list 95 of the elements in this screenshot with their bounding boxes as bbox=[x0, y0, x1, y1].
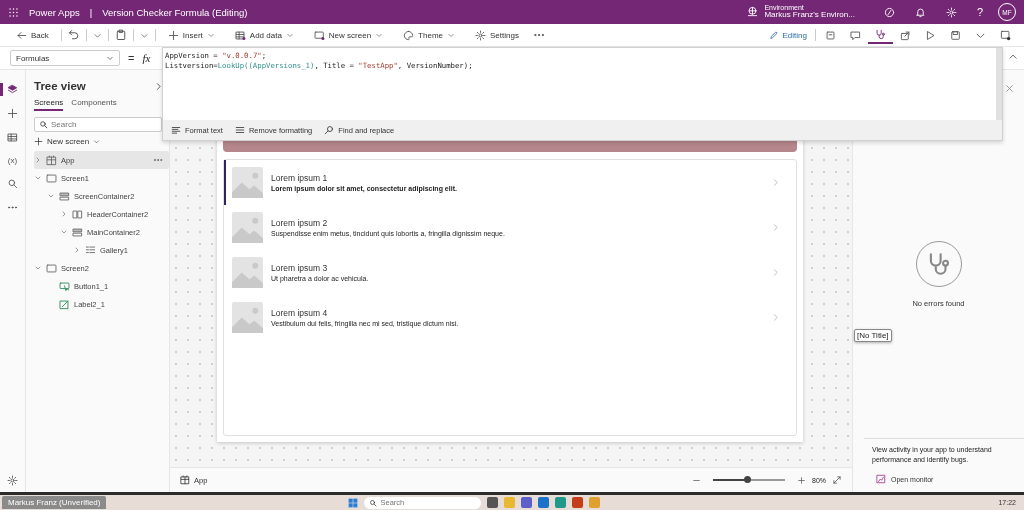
item-title: Lorem ipsum 1 bbox=[271, 173, 329, 183]
stethoscope-icon bbox=[875, 28, 886, 40]
help-button[interactable]: ? bbox=[976, 6, 983, 18]
bell-icon[interactable] bbox=[914, 6, 926, 18]
command-button[interactable]: Back bbox=[10, 27, 55, 43]
search-icon bbox=[369, 498, 378, 507]
chevron-right-icon bbox=[771, 223, 780, 232]
globe-icon bbox=[747, 6, 759, 18]
image-placeholder-icon bbox=[232, 302, 263, 333]
command-button[interactable]: Insert bbox=[161, 27, 221, 43]
gallery-icon bbox=[85, 244, 96, 256]
chevron-down-icon bbox=[93, 138, 101, 145]
document-title: Version Checker Formula (Editing) bbox=[102, 6, 248, 18]
container-icon bbox=[72, 208, 83, 220]
button-icon bbox=[59, 280, 70, 292]
equals-sign: = bbox=[128, 52, 135, 64]
publish-icon bbox=[1000, 29, 1011, 41]
command-button[interactable]: Settings bbox=[469, 27, 525, 43]
item-title: Lorem ipsum 4 bbox=[271, 308, 329, 318]
plus-icon bbox=[34, 137, 43, 146]
chevron-right-icon bbox=[771, 313, 780, 322]
app-icon bbox=[46, 154, 57, 166]
new-screen-button[interactable]: New screen bbox=[26, 134, 109, 149]
arrow-left-icon bbox=[16, 29, 27, 41]
screen-icon bbox=[46, 172, 57, 184]
comment-icon bbox=[850, 29, 861, 41]
play-icon bbox=[925, 29, 936, 41]
image-placeholder-icon bbox=[232, 167, 263, 198]
chevron-down-icon bbox=[106, 54, 114, 62]
editing-button[interactable]: Editing bbox=[762, 30, 813, 40]
clipboard-icon[interactable] bbox=[114, 29, 127, 41]
app-name[interactable]: Power Apps bbox=[29, 6, 80, 18]
lines-icon bbox=[234, 125, 245, 135]
table-icon bbox=[234, 29, 246, 41]
chevron-down-icon[interactable] bbox=[34, 264, 42, 272]
monitor-icon bbox=[876, 474, 886, 484]
screen-icon bbox=[313, 29, 325, 41]
tab[interactable]: Components bbox=[71, 96, 117, 111]
search-icon bbox=[39, 120, 48, 129]
palette-icon bbox=[403, 29, 415, 41]
chevron-up-icon[interactable] bbox=[1008, 52, 1018, 62]
property-dropdown[interactable]: Formulas bbox=[10, 50, 120, 66]
app-launcher-icon[interactable] bbox=[8, 6, 19, 18]
chevron-down-icon[interactable] bbox=[60, 228, 68, 236]
plus-icon bbox=[167, 29, 179, 41]
item-title: Lorem ipsum 3 bbox=[271, 263, 329, 273]
close-icon[interactable] bbox=[1005, 84, 1014, 93]
chevron-right-icon[interactable] bbox=[154, 81, 163, 91]
layers-icon bbox=[7, 84, 18, 95]
table-icon bbox=[7, 132, 18, 143]
item-title: Lorem ipsum 2 bbox=[271, 218, 329, 228]
share-icon bbox=[900, 29, 911, 41]
search-field[interactable]: Search bbox=[34, 117, 162, 132]
chevron-down-icon[interactable] bbox=[47, 192, 55, 200]
chevron-right-icon[interactable] bbox=[73, 246, 81, 254]
label-icon bbox=[59, 298, 70, 310]
image-placeholder-icon bbox=[232, 257, 263, 288]
panel-title: Tree view bbox=[34, 80, 86, 92]
screen-icon bbox=[46, 262, 57, 274]
container-icon bbox=[59, 190, 70, 202]
app-icon bbox=[180, 475, 190, 485]
chevron-right-icon bbox=[771, 268, 780, 277]
taskbar-app-icon[interactable] bbox=[521, 497, 533, 508]
environment-name[interactable]: Markus Franz's Environ... bbox=[764, 11, 855, 21]
format-icon bbox=[171, 125, 181, 135]
chevron-right-icon bbox=[771, 178, 780, 187]
taskbar-app-icon[interactable] bbox=[555, 497, 567, 508]
form-icon bbox=[825, 29, 836, 41]
chevron-down-icon[interactable] bbox=[34, 174, 42, 182]
image-placeholder-icon bbox=[232, 212, 263, 243]
zoom-in-icon[interactable] bbox=[797, 475, 806, 485]
command-button[interactable]: New screen bbox=[307, 27, 390, 43]
taskbar-app-icon[interactable] bbox=[572, 497, 584, 508]
undo-icon[interactable] bbox=[67, 29, 80, 41]
settings-icon[interactable] bbox=[7, 475, 18, 486]
title-separator: | bbox=[89, 6, 93, 18]
plus-icon bbox=[7, 108, 18, 119]
taskbar-app-icon[interactable] bbox=[538, 497, 550, 508]
chevron-right-icon[interactable] bbox=[60, 210, 68, 218]
windows-logo-icon[interactable] bbox=[348, 497, 359, 508]
command-button[interactable]: Add data bbox=[228, 27, 300, 43]
gear-icon bbox=[475, 29, 486, 41]
expand-icon[interactable] bbox=[832, 475, 842, 485]
fx-label: fx bbox=[142, 52, 151, 64]
container-icon bbox=[72, 226, 83, 238]
save-icon bbox=[950, 29, 961, 41]
chevron-right-icon[interactable] bbox=[34, 156, 42, 164]
tooltip: [No Title] bbox=[854, 329, 892, 342]
taskbar-app-icon[interactable] bbox=[487, 497, 499, 508]
search-icon bbox=[324, 125, 335, 135]
search-icon bbox=[7, 178, 18, 189]
pencil-icon bbox=[768, 30, 779, 40]
tab[interactable]: Screens bbox=[34, 96, 64, 111]
rail-button[interactable]: (x) bbox=[3, 154, 22, 167]
command-button[interactable]: Theme bbox=[397, 27, 461, 43]
